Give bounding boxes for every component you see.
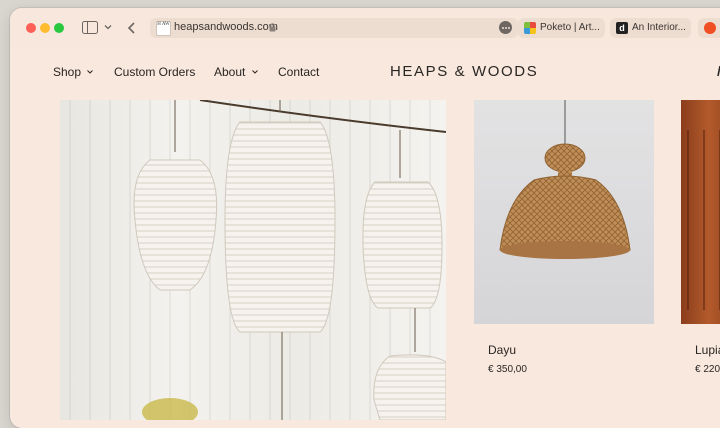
url-text: heapsandwoods.com xyxy=(174,21,278,33)
site-navigation: Shop Custom Orders About Contact HEAPS &… xyxy=(10,48,720,104)
lock-icon xyxy=(269,23,276,32)
nav-about-label: About xyxy=(214,65,246,79)
tab-third[interactable] xyxy=(698,18,720,38)
sidebar-toggle-icon[interactable] xyxy=(82,21,98,34)
orange-favicon-icon xyxy=(704,22,716,34)
tab-poketo[interactable]: Poketo | Art... xyxy=(518,18,605,38)
nav-custom-orders[interactable]: Custom Orders xyxy=(114,65,195,79)
product-card-lupia[interactable]: Lupia € 220 xyxy=(681,100,720,375)
tab-title: An Interior... xyxy=(632,22,686,33)
rattan-pendant-lamp xyxy=(499,100,631,259)
chevron-down-icon xyxy=(87,70,94,74)
product-name[interactable]: Dayu xyxy=(488,343,516,357)
chevron-down-icon xyxy=(251,70,258,74)
product-price: € 220 xyxy=(695,364,720,375)
d-favicon-icon: d xyxy=(616,22,628,34)
nav-about[interactable]: About xyxy=(214,65,258,79)
zoom-window-button[interactable] xyxy=(54,23,64,33)
product-image[interactable] xyxy=(681,100,720,324)
nav-shop-label: Shop xyxy=(53,65,82,79)
product-image[interactable] xyxy=(474,100,654,324)
poketo-favicon-icon xyxy=(524,22,536,34)
lanterns-illustration xyxy=(133,100,446,420)
nav-shop[interactable]: Shop xyxy=(53,65,94,79)
hero-image[interactable] xyxy=(60,100,446,420)
product-price: € 350,00 xyxy=(488,364,527,375)
product-card-dayu[interactable]: Dayu € 350,00 xyxy=(474,100,654,375)
address-bar[interactable]: H AW heapsandwoods.com xyxy=(150,18,518,38)
product-name[interactable]: Lupia xyxy=(695,343,720,357)
close-window-button[interactable] xyxy=(26,23,36,33)
back-arrow-icon[interactable] xyxy=(126,21,138,35)
site-logo[interactable]: HEAPS & WOODS xyxy=(390,63,538,80)
bag-icon[interactable] xyxy=(712,65,720,77)
browser-toolbar: H AW heapsandwoods.com Poketo | Art... d… xyxy=(10,8,720,48)
minimize-window-button[interactable] xyxy=(40,23,50,33)
more-options-icon[interactable] xyxy=(499,21,512,34)
chevron-down-icon[interactable] xyxy=(104,23,112,31)
tab-interior[interactable]: d An Interior... xyxy=(610,18,691,38)
browser-window: H AW heapsandwoods.com Poketo | Art... d… xyxy=(10,8,720,428)
nav-contact[interactable]: Contact xyxy=(278,65,319,79)
site-favicon: H AW xyxy=(156,21,171,36)
tab-title: Poketo | Art... xyxy=(540,22,600,33)
